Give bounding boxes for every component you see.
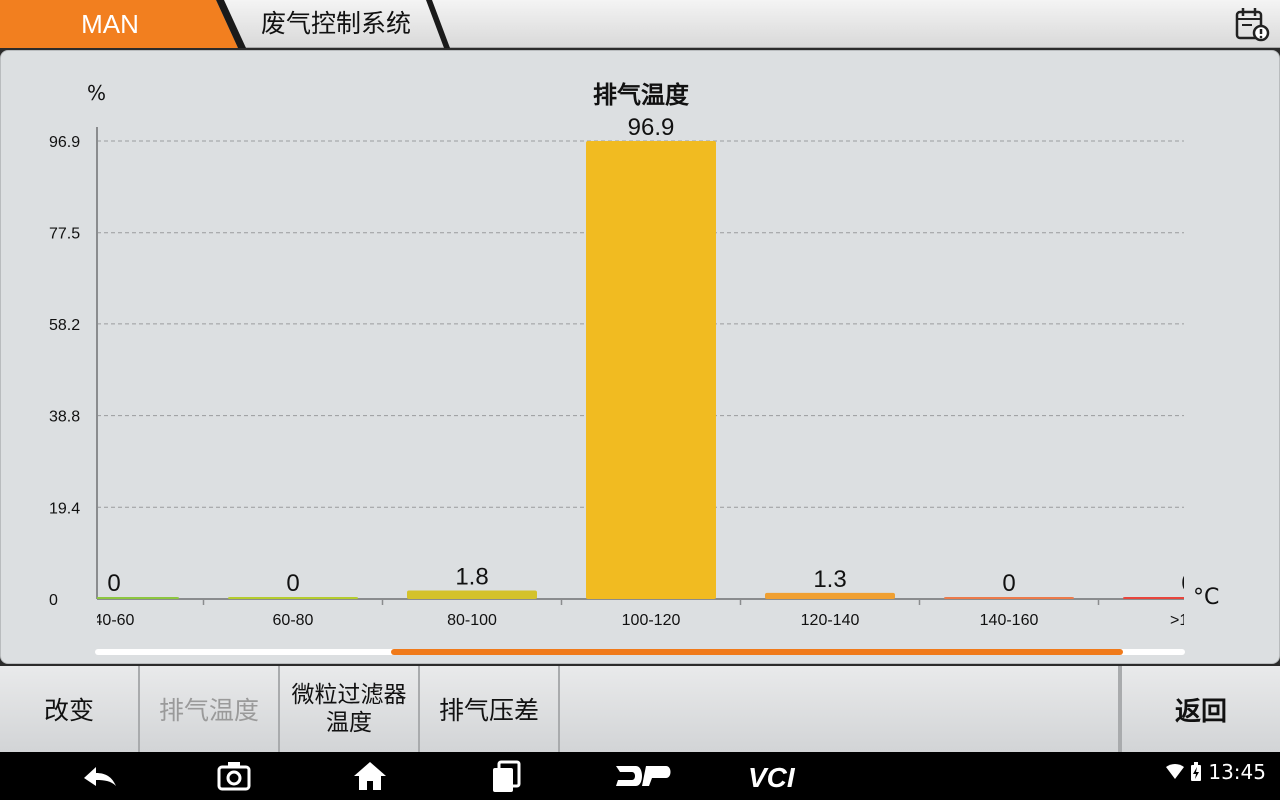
home-icon[interactable]: [352, 758, 388, 794]
chart-scroll-thumb[interactable]: [391, 649, 1123, 655]
bar-value-label: 1.3: [813, 566, 846, 593]
back-icon[interactable]: [80, 758, 120, 794]
exhaust-pressure-diff-button[interactable]: 排气压差: [420, 666, 560, 752]
bar[interactable]: [1123, 597, 1253, 599]
header: MAN 废气控制系统: [0, 0, 1280, 48]
button-bar-spacer: [560, 666, 1120, 752]
bar[interactable]: [49, 597, 179, 599]
status-area: 13:45: [1166, 760, 1266, 784]
back-button[interactable]: 返回: [1120, 666, 1280, 752]
x-tick-label: 80-100: [447, 612, 497, 629]
battery-charging-icon: [1191, 762, 1202, 781]
exhaust-temp-button[interactable]: 排气温度: [140, 666, 280, 752]
change-button[interactable]: 改变: [0, 666, 140, 752]
dpf-temp-button[interactable]: 微粒过滤器 温度: [280, 666, 420, 752]
y-tick-label: 96.9: [49, 134, 80, 151]
bar-value-label: 1.8: [455, 563, 488, 590]
y-tick-label: 77.5: [49, 226, 80, 243]
vci-icon[interactable]: VCI: [746, 758, 810, 794]
bar[interactable]: [228, 597, 358, 599]
bar-value-label: 96.9: [628, 114, 675, 141]
x-tick-label: 140-160: [980, 612, 1039, 629]
dpf-temp-label-line2: 温度: [326, 710, 372, 736]
y-tick-label: 0: [49, 592, 58, 609]
bar[interactable]: [586, 141, 716, 599]
bar-group: 0 40-60 0 60-80 1.8 80-100 96.9 100-120 1.3 120-1…: [49, 114, 1253, 629]
bar[interactable]: [765, 592, 895, 599]
y-tick-label: 19.4: [49, 500, 80, 517]
report-calendar-icon[interactable]: [1234, 6, 1270, 42]
svg-text:VCI: VCI: [748, 762, 796, 793]
x-axis-unit: °C: [1193, 585, 1220, 610]
android-nav-bar: VCI 13:45: [0, 752, 1280, 800]
bar-chart: 96.9 77.5 58.2 38.8 19.4 0 0 40-60 0 60-80 1.8 80-1…: [49, 114, 1253, 629]
clock: 13:45: [1208, 760, 1266, 784]
function-button-bar: 改变 排气温度 微粒过滤器 温度 排气压差 返回: [0, 666, 1280, 752]
wifi-icon: [1166, 764, 1185, 779]
bar[interactable]: [944, 597, 1074, 599]
x-tick-label: 40-60: [94, 612, 135, 629]
recents-icon[interactable]: [490, 758, 522, 794]
breadcrumb-system[interactable]: 废气控制系统: [236, 0, 436, 48]
bar-value-label: 0: [107, 570, 120, 597]
dpf-temp-label-line1: 微粒过滤器: [291, 682, 407, 708]
y-tick-label: 38.8: [49, 409, 80, 426]
chart-panel: % 排气温度 96.9 77.5 58.2 38.8 19.4 0 0 40-60 0 60-80…: [0, 50, 1280, 664]
bar-value-label: 0: [286, 570, 299, 597]
x-tick-label: 120-140: [801, 612, 860, 629]
breadcrumb-brand[interactable]: MAN: [0, 0, 220, 48]
bar-value-label: 0: [1002, 570, 1015, 597]
x-tick-label: 100-120: [622, 612, 681, 629]
x-tick-label: >160: [1170, 612, 1206, 629]
camera-icon[interactable]: [216, 758, 252, 794]
x-tick-label: 60-80: [273, 612, 314, 629]
bar[interactable]: [407, 590, 537, 599]
dp-logo-icon[interactable]: [612, 758, 672, 794]
y-tick-label: 58.2: [49, 317, 80, 334]
